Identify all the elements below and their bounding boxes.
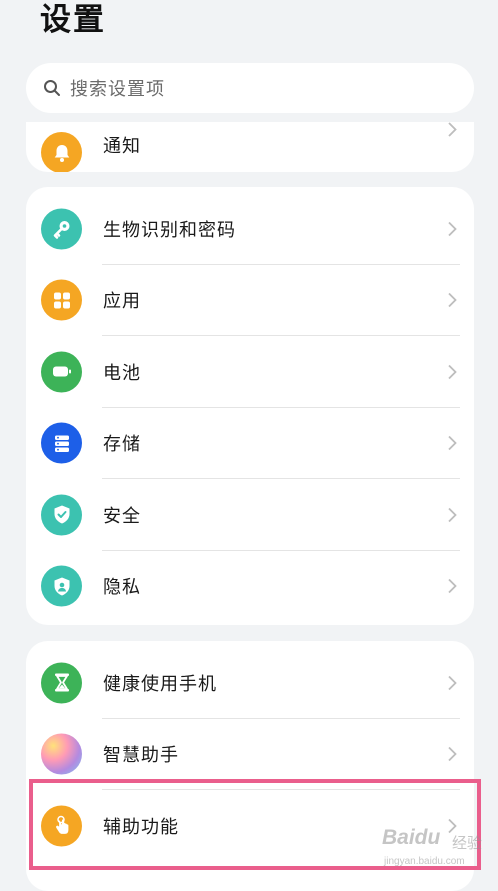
settings-item-label: 通知 bbox=[103, 136, 141, 157]
settings-item-security[interactable]: 安全 bbox=[26, 479, 474, 551]
assistant-orb-icon bbox=[41, 733, 82, 775]
chevron-right-icon bbox=[448, 364, 457, 379]
battery-icon bbox=[41, 351, 82, 393]
chevron-right-icon bbox=[448, 675, 457, 690]
settings-item-battery[interactable]: 电池 bbox=[26, 336, 474, 408]
settings-item-label: 安全 bbox=[103, 505, 141, 527]
settings-item-label: 智慧助手 bbox=[103, 745, 179, 767]
chevron-right-icon bbox=[448, 221, 457, 236]
settings-item-privacy[interactable]: 隐私 bbox=[26, 551, 474, 623]
settings-item-label: 健康使用手机 bbox=[103, 673, 217, 695]
settings-item-label: 电池 bbox=[103, 362, 141, 384]
watermark: Baidu 经验 jingyan.baidu.com bbox=[382, 822, 494, 874]
watermark-url: jingyan.baidu.com bbox=[384, 856, 465, 867]
watermark-brand: Baidu bbox=[382, 826, 441, 849]
settings-item-label: 生物识别和密码 bbox=[103, 219, 236, 241]
settings-item-label: 隐私 bbox=[103, 577, 141, 599]
settings-group-system: 生物识别和密码 应用 电池 存储 安全 隐私 bbox=[26, 187, 474, 625]
search-bar[interactable]: 搜索设置项 bbox=[26, 63, 474, 113]
settings-item-notifications[interactable]: 通知 bbox=[26, 122, 474, 172]
settings-item-label: 存储 bbox=[103, 434, 141, 456]
storage-icon bbox=[41, 422, 82, 464]
settings-item-smart-assistant[interactable]: 智慧助手 bbox=[26, 719, 474, 790]
chevron-right-icon bbox=[448, 436, 457, 451]
search-icon bbox=[44, 80, 60, 96]
settings-item-storage[interactable]: 存储 bbox=[26, 408, 474, 479]
bell-icon bbox=[41, 132, 82, 172]
chevron-right-icon bbox=[448, 507, 457, 522]
settings-group-notifications: 通知 bbox=[26, 122, 474, 172]
chevron-right-icon bbox=[448, 579, 457, 594]
settings-item-apps[interactable]: 应用 bbox=[26, 265, 474, 336]
chevron-right-icon bbox=[448, 747, 457, 762]
settings-item-biometrics-passwords[interactable]: 生物识别和密码 bbox=[26, 193, 474, 265]
apps-grid-icon bbox=[41, 279, 82, 321]
hourglass-icon bbox=[41, 662, 82, 704]
shield-check-icon bbox=[41, 494, 82, 536]
settings-item-digital-balance[interactable]: 健康使用手机 bbox=[26, 647, 474, 719]
settings-item-label: 应用 bbox=[103, 291, 141, 313]
chevron-right-icon bbox=[448, 122, 457, 137]
page-title: 设置 bbox=[40, 2, 106, 38]
accessibility-hand-icon bbox=[41, 805, 82, 847]
settings-item-label: 辅助功能 bbox=[103, 816, 179, 838]
search-placeholder: 搜索设置项 bbox=[70, 79, 165, 100]
chevron-right-icon bbox=[448, 293, 457, 308]
privacy-shield-icon bbox=[41, 565, 82, 607]
key-icon bbox=[41, 208, 82, 250]
watermark-product: 经验 bbox=[452, 835, 483, 852]
